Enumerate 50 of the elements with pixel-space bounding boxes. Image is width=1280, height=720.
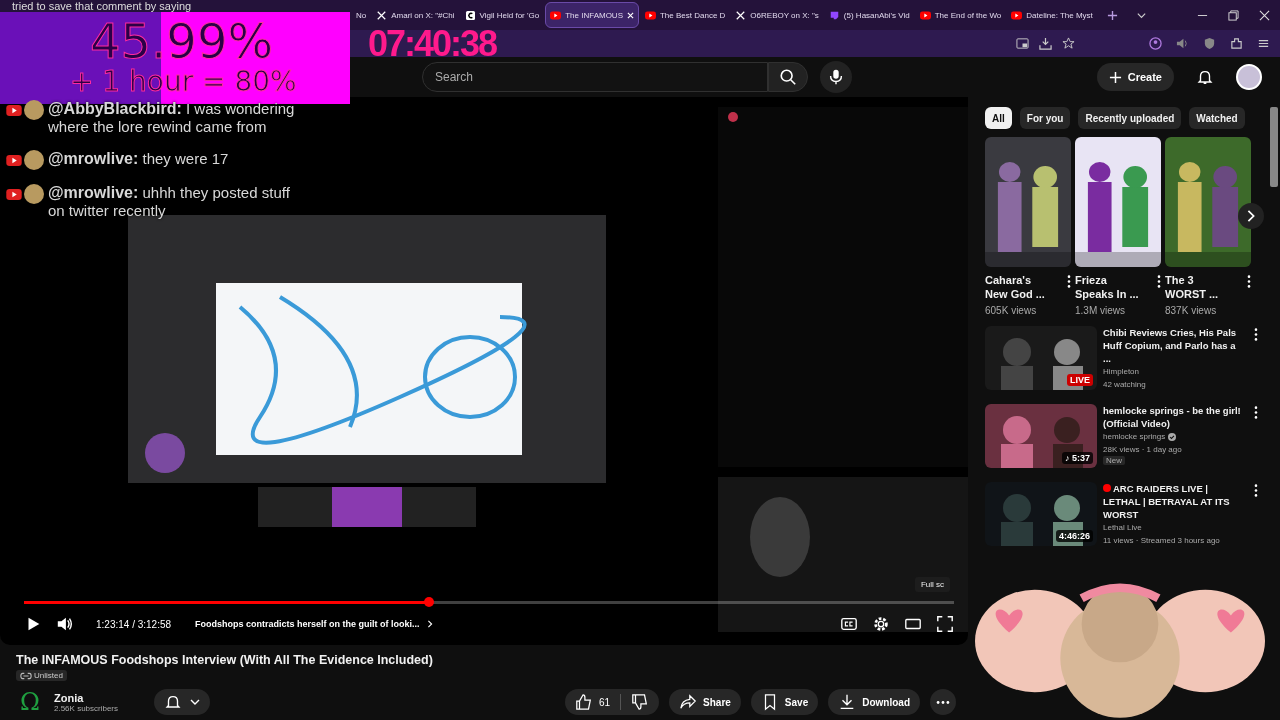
tooltip: Full sc bbox=[914, 577, 950, 592]
chat-message: @mrowlive: they were 17 bbox=[48, 150, 230, 168]
filter-chip[interactable]: For you bbox=[1019, 107, 1071, 129]
filter-chip[interactable]: Recently uploaded bbox=[1078, 107, 1182, 129]
stream-timer: 07:40:38 bbox=[368, 30, 497, 57]
duration-badge: ♪ 5:37 bbox=[1062, 452, 1093, 464]
channel-name[interactable]: Lethal Live bbox=[1103, 521, 1243, 534]
action-button[interactable]: Share bbox=[669, 689, 741, 715]
duration-badge: 4:46:26 bbox=[1055, 530, 1093, 542]
video-title: The INFAMOUS Foodshops Interview (With All The Evidence Included) bbox=[16, 653, 434, 669]
create-button[interactable]: Create bbox=[1096, 63, 1174, 91]
chat-message: @AbbyBlackbird: I was wondering where the lore rewind came from bbox=[48, 100, 296, 136]
browser-tab[interactable]: Vigil Held for 'Go bbox=[460, 3, 544, 27]
channel-name[interactable]: Himpleton bbox=[1103, 365, 1243, 378]
view-count: 837K views bbox=[1165, 305, 1218, 316]
filter-chip[interactable]: All bbox=[985, 107, 1012, 129]
view-count: 605K views bbox=[985, 305, 1038, 316]
short-title[interactable]: The 3 WORST ... bbox=[1165, 273, 1233, 301]
channel-avatar[interactable]: Ω bbox=[16, 688, 44, 716]
short-title[interactable]: Cahara's New God ... bbox=[985, 273, 1053, 301]
video-title[interactable]: Chibi Reviews Cries, His Pals Huff Copium, and Parlo has a ... bbox=[1103, 326, 1243, 365]
chat-message: @mrowlive: uhhh they posted stuff on twitter recently bbox=[48, 184, 291, 220]
visibility-badge: Unlisted bbox=[16, 670, 67, 681]
browser-tab[interactable]: (5) HasanAbi's Vid bbox=[824, 3, 914, 27]
video-meta: 11 views · Streamed 3 hours ago bbox=[1103, 535, 1221, 547]
browser-tab[interactable]: No bbox=[352, 3, 371, 27]
action-button[interactable]: Download bbox=[828, 689, 920, 715]
browser-tab[interactable]: The INFAMOUS bbox=[545, 2, 639, 28]
chapter-title[interactable]: Foodshops contradicts herself on the guilt of looki... bbox=[195, 619, 420, 629]
browser-tab[interactable]: Amari on X: "#Chi bbox=[372, 3, 459, 27]
browser-tab[interactable]: The End of the Wo bbox=[915, 3, 1006, 27]
video-meta: 42 watching bbox=[1103, 379, 1147, 391]
action-button[interactable]: Save bbox=[750, 689, 819, 715]
browser-tab[interactable]: The Best Dance D bbox=[641, 3, 730, 27]
playback-time: 1:23:14 / 3:12:58 bbox=[96, 618, 172, 630]
video-title[interactable]: hemlocke springs - be the girl! (Official Video) bbox=[1103, 404, 1243, 430]
subscriber-count: 2.56K subscribers bbox=[54, 703, 120, 713]
channel-name[interactable]: Zonia bbox=[54, 691, 144, 704]
new-badge: New bbox=[1103, 456, 1125, 465]
filter-chip[interactable]: Watched bbox=[1189, 107, 1245, 129]
channel-name[interactable]: hemlocke springs bbox=[1103, 430, 1243, 443]
browser-tab[interactable]: O6REBOY on X: "s bbox=[731, 3, 823, 27]
live-badge: LIVE bbox=[1067, 374, 1093, 386]
video-title[interactable]: ARC RAIDERS LIVE | LETHAL | BETRAYAL AT ITS WORST bbox=[1103, 482, 1243, 521]
view-count: 1.3M views bbox=[1075, 305, 1126, 316]
short-title[interactable]: Frieza Speaks In ... bbox=[1075, 273, 1143, 301]
browser-tab[interactable]: Dateline: The Myst bbox=[1007, 3, 1097, 27]
video-meta: 28K views · 1 day ago bbox=[1103, 444, 1183, 456]
overlay-caption: tried to save that comment by saying bbox=[12, 0, 192, 12]
search-field[interactable]: Search bbox=[422, 62, 768, 92]
